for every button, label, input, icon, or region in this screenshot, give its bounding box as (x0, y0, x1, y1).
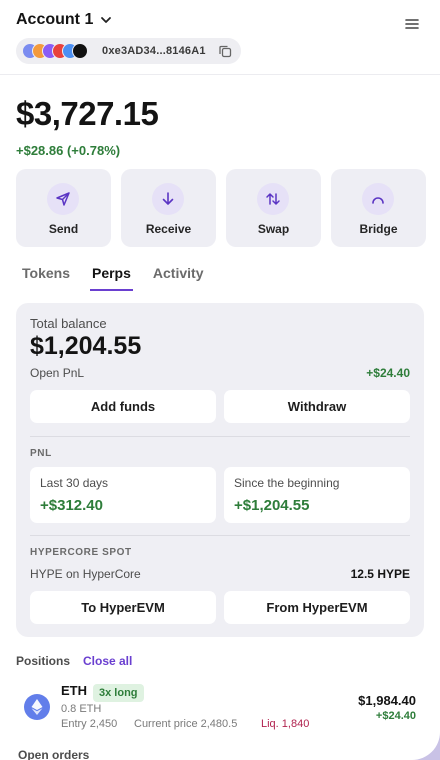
arrow-down-icon (152, 183, 184, 215)
bridge-label: Bridge (359, 222, 398, 236)
wallet-address: 0xe3AD34...8146A1 (102, 45, 206, 57)
pnl-since-beginning-card: Since the beginning +$1,204.55 (224, 467, 410, 523)
copy-icon[interactable] (218, 44, 232, 58)
entry-price: Entry 2,450 (61, 718, 118, 730)
pnl-last-30-days-card: Last 30 days +$312.40 (30, 467, 216, 523)
account-selector[interactable]: Account 1 (16, 11, 113, 29)
position-value: $1,984.40 (358, 693, 416, 708)
ethereum-icon (24, 694, 50, 720)
current-price: Current price 2,480.5 (134, 718, 238, 730)
perps-total-balance: $1,204.55 (30, 332, 142, 360)
divider (30, 535, 410, 536)
send-label: Send (48, 222, 79, 236)
header: Account 1 0xe3AD34...8146A1 (0, 0, 440, 75)
network-icon (72, 43, 88, 59)
bridge-button[interactable]: Bridge (331, 169, 426, 247)
receive-button[interactable]: Receive (121, 169, 216, 247)
withdraw-button[interactable]: Withdraw (224, 390, 410, 423)
open-pnl-value: +$24.40 (366, 366, 410, 380)
liquidation-price: Liq. 1,840 (261, 718, 310, 730)
swap-label: Swap (257, 222, 290, 236)
account-name: Account 1 (16, 11, 94, 28)
last-30-days-value: +$312.40 (40, 497, 103, 514)
tab-activity[interactable]: Activity (153, 265, 204, 289)
hypercore-spot-heading: HYPERCORE SPOT (30, 547, 132, 558)
tab-tokens[interactable]: Tokens (22, 265, 70, 289)
open-orders-heading: Open orders (18, 748, 90, 760)
hype-spot-label: HYPE on HyperCore (30, 567, 141, 581)
swap-button[interactable]: Swap (226, 169, 321, 247)
to-hyperevm-button[interactable]: To HyperEVM (30, 591, 216, 624)
total-balance: $3,727.15 (16, 95, 159, 132)
open-pnl-label: Open PnL (30, 366, 85, 380)
bridge-icon (362, 183, 394, 215)
wallet-app: Account 1 0xe3AD34...8146A1 $3,727.15 +$… (0, 0, 440, 760)
position-size: 0.8 ETH (61, 703, 102, 715)
hamburger-menu-icon[interactable] (404, 16, 420, 32)
tab-bar: Tokens Perps Activity (22, 265, 225, 291)
close-all-button[interactable]: Close all (83, 654, 132, 668)
action-buttons: Send Receive Swap Bridge (16, 169, 426, 247)
total-balance-label: Total balance (30, 316, 107, 331)
positions-heading: Positions (16, 654, 71, 668)
tab-perps[interactable]: Perps (89, 265, 133, 291)
position-asset: ETH (61, 683, 87, 698)
add-funds-button[interactable]: Add funds (30, 390, 216, 423)
since-beginning-label: Since the beginning (234, 476, 340, 490)
address-pill[interactable]: 0xe3AD34...8146A1 (16, 38, 241, 64)
network-icons (22, 43, 96, 59)
balance-change: +$28.86 (+0.78%) (16, 143, 121, 158)
chevron-down-icon (101, 17, 112, 23)
hype-spot-value: 12.5 HYPE (350, 567, 410, 581)
from-hyperevm-button[interactable]: From HyperEVM (224, 591, 410, 624)
leverage-badge: 3x long (93, 684, 144, 702)
pnl-section-heading: PNL (30, 448, 52, 459)
send-button[interactable]: Send (16, 169, 111, 247)
receive-label: Receive (145, 222, 192, 236)
swap-icon (257, 183, 289, 215)
position-pnl: +$24.40 (375, 710, 416, 722)
divider (30, 436, 410, 437)
since-beginning-value: +$1,204.55 (234, 497, 310, 514)
send-icon (47, 183, 79, 215)
perps-panel: Total balance $1,204.55 Open PnL +$24.40… (16, 303, 424, 637)
last-30-days-label: Last 30 days (40, 476, 109, 490)
